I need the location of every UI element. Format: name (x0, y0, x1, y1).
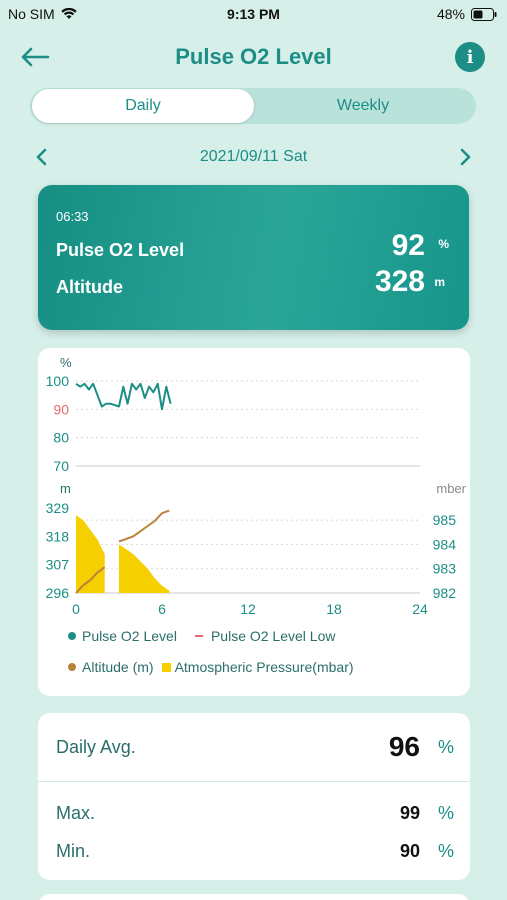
legend-row-1: Pulse O2 Level Pulse O2 Level Low (68, 628, 353, 644)
status-bar: No SIM 9:13 PM 48% (0, 0, 507, 28)
tab-weekly[interactable]: Weekly (252, 89, 474, 123)
bottom-left-tick-label: 296 (46, 585, 70, 601)
max-label: Max. (56, 803, 96, 823)
daily-avg-label: Daily Avg. (56, 737, 136, 757)
current-date: 2021/09/11 Sat (199, 148, 308, 165)
bottom-right-tick-label: 984 (433, 536, 457, 552)
x-tick-label: 6 (158, 601, 166, 617)
stats-divider (38, 781, 470, 782)
legend-item-pulse: Pulse O2 Level (68, 628, 177, 644)
min-label: Min. (56, 841, 91, 861)
top-axis-unit: % (60, 355, 72, 370)
stats-card: Daily Avg. 96 % Max. 99 % Min. 90 % (38, 713, 470, 880)
min-value: 90 (399, 841, 420, 861)
legend-label-pressure: Atmospheric Pressure(mbar) (174, 659, 354, 675)
next-day-button[interactable] (455, 146, 477, 168)
legend-item-pulse-low: Pulse O2 Level Low (194, 628, 336, 644)
latest-reading-card: 06:33 Pulse O2 Level 92 % Altitude 328 m (38, 185, 469, 330)
top-y-tick-label: 80 (53, 430, 69, 446)
period-segmented-control: Daily Weekly (30, 88, 476, 124)
chart-card: % 100 90 80 70 m mber 329 318 307 296 985 984 983 982 0… (38, 348, 470, 696)
reading-time: 06:33 (56, 209, 89, 224)
legend-item-pressure: Atmospheric Pressure(mbar) (161, 659, 354, 675)
bottom-left-tick-label: 318 (46, 528, 70, 544)
x-tick-label: 18 (326, 601, 342, 617)
legend-label-pulse: Pulse O2 Level (82, 628, 177, 644)
legend-label-altitude: Altitude (m) (82, 659, 154, 675)
x-tick-label: 12 (240, 601, 256, 617)
pulse-o2-unit: % (438, 237, 449, 251)
legend-marker-pulse (68, 632, 76, 640)
battery-icon (471, 7, 497, 21)
page-title: Pulse O2 Level (175, 44, 332, 69)
legend-label-pulse-low: Pulse O2 Level Low (210, 628, 336, 644)
legend-row-2: Altitude (m) Atmospheric Pressure(mbar) (68, 659, 372, 675)
nav-bar: Pulse O2 Level i (0, 38, 507, 78)
pulse-o2-series-line (75, 382, 172, 411)
battery-group: 48% (437, 6, 497, 22)
info-button[interactable]: i (455, 42, 485, 72)
legend-marker-altitude (68, 663, 76, 671)
altitude-label: Altitude (56, 277, 123, 297)
status-time: 9:13 PM (227, 6, 280, 22)
info-icon: i (466, 46, 474, 68)
tab-daily[interactable]: Daily (32, 89, 254, 123)
top-y-tick-label: 70 (53, 458, 69, 474)
legend-marker-pressure (161, 662, 171, 672)
combined-chart: % 100 90 80 70 m mber 329 318 307 296 985 984 983 982 0… (46, 355, 467, 617)
x-tick-label: 0 (72, 601, 80, 617)
altitude-value: 328 (374, 265, 425, 298)
bottom-right-tick-label: 982 (433, 585, 457, 601)
battery-percent: 48% (436, 6, 465, 22)
x-tick-label: 24 (412, 601, 428, 617)
bottom-right-axis-unit: mber (436, 481, 466, 496)
top-y-tick-label: 90 (53, 401, 69, 417)
daily-avg-unit: % (437, 737, 454, 757)
pressure-area (76, 515, 105, 593)
bottom-right-tick-label: 983 (433, 561, 457, 577)
min-unit: % (437, 841, 454, 861)
altitude-series-line (118, 509, 170, 543)
bottom-left-tick-label: 307 (46, 557, 70, 573)
max-unit: % (437, 803, 454, 823)
date-navigator: 2021/09/11 Sat (0, 140, 507, 174)
legend-marker-pulse-low (194, 635, 203, 637)
legend-item-altitude: Altitude (m) (68, 659, 154, 675)
bottom-right-tick-label: 985 (433, 512, 457, 528)
chevron-right-icon (460, 148, 471, 166)
bottom-left-tick-label: 329 (46, 500, 70, 516)
pulse-o2-label: Pulse O2 Level (56, 240, 185, 260)
next-card-peek (38, 894, 470, 900)
bottom-left-axis-unit: m (60, 481, 71, 496)
pulse-o2-value: 92 (391, 229, 425, 262)
altitude-unit: m (434, 275, 445, 289)
max-value: 99 (399, 803, 420, 823)
daily-avg-value: 96 (388, 731, 420, 762)
top-y-tick-label: 100 (46, 373, 70, 389)
